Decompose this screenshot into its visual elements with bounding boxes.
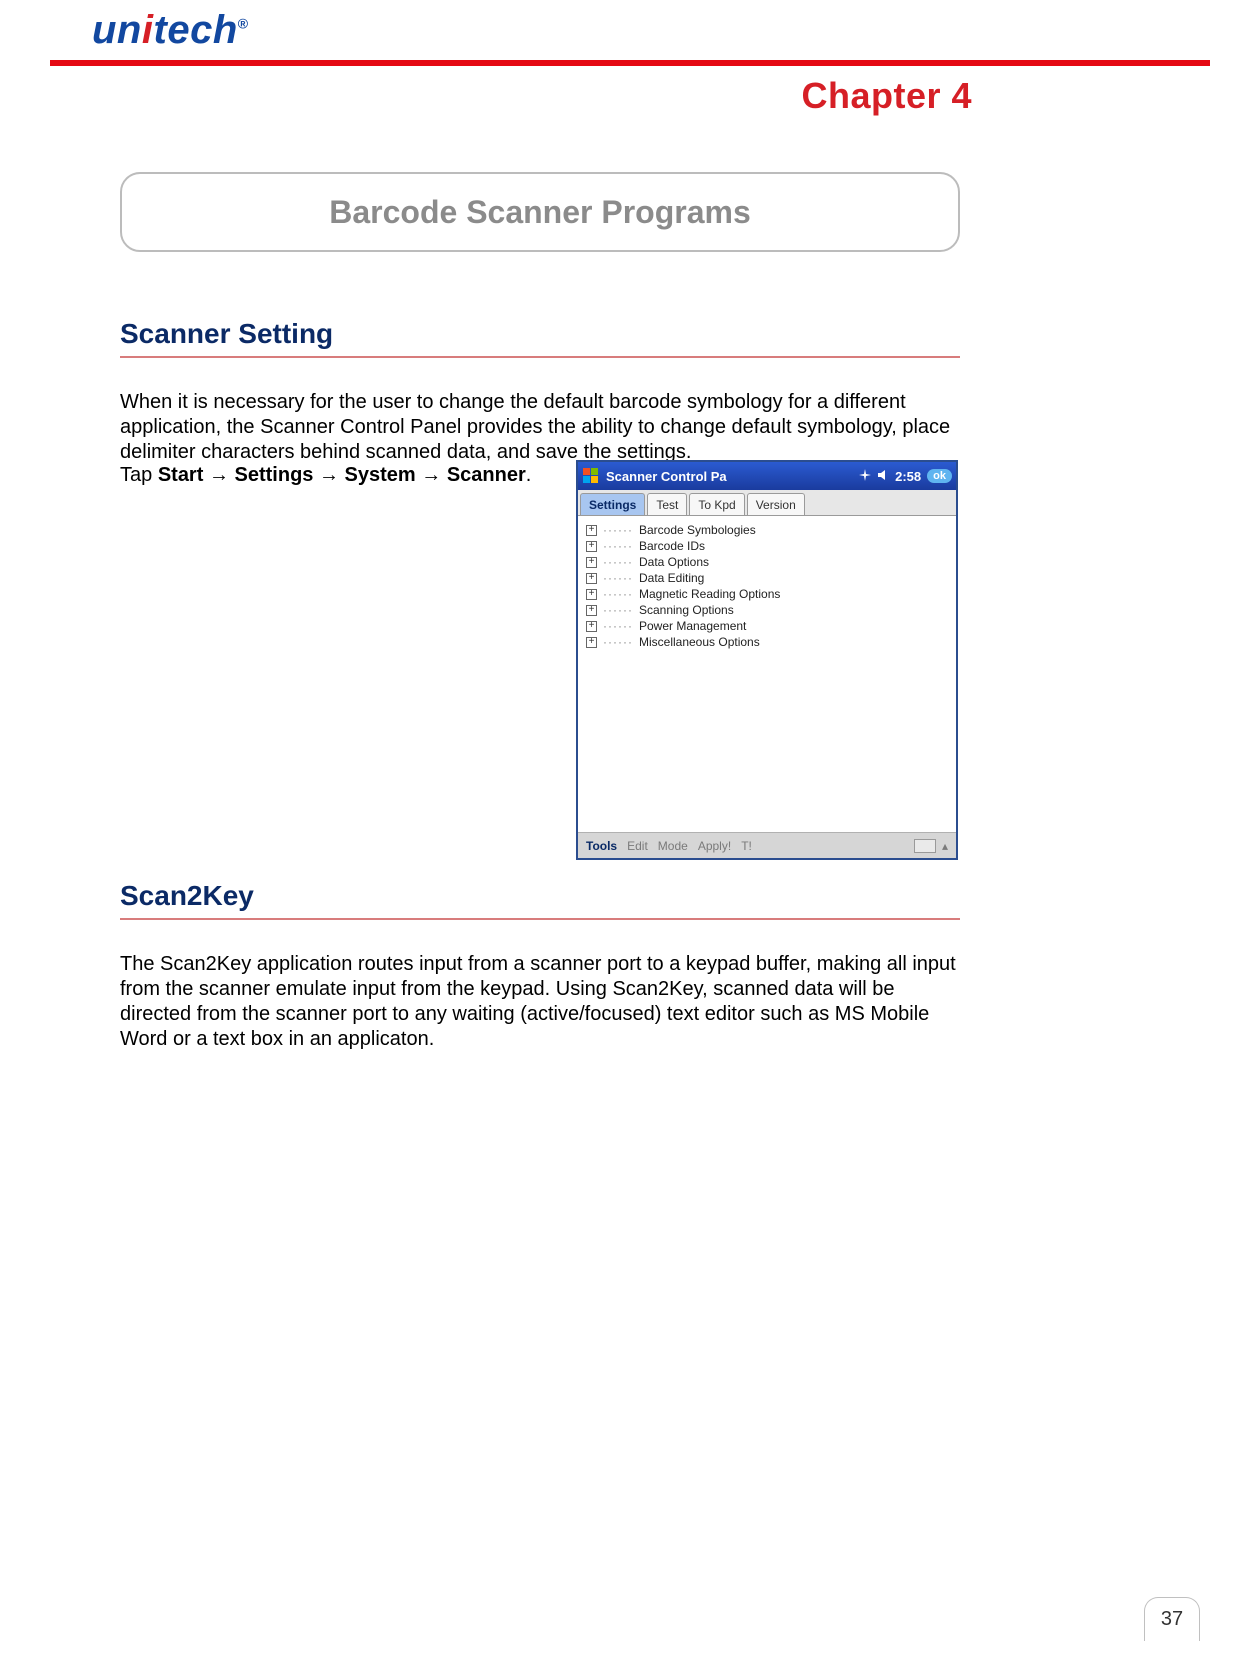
menu-mode[interactable]: Mode (658, 839, 688, 853)
menu-t[interactable]: T! (741, 839, 752, 853)
section-underline (120, 356, 960, 358)
tree-node[interactable]: + ······ Data Options (582, 554, 952, 570)
expand-icon[interactable]: + (586, 525, 597, 536)
tree-label: Data Options (639, 555, 709, 569)
tree-view: + ······ Barcode Symbologies + ······ Barcod… (578, 516, 956, 832)
tree-label: Data Editing (639, 571, 704, 585)
menu-edit[interactable]: Edit (627, 839, 648, 853)
section-heading-scan2key: Scan2Key (120, 880, 254, 912)
menu-items: Tools Edit Mode Apply! T! (586, 839, 752, 853)
tab-version[interactable]: Version (747, 493, 805, 515)
expand-icon[interactable]: + (586, 557, 597, 568)
tree-connector: ······ (603, 635, 633, 649)
tree-connector: ······ (603, 539, 633, 553)
tree-node[interactable]: + ······ Miscellaneous Options (582, 634, 952, 650)
tab-bar: Settings Test To Kpd Version (578, 490, 956, 516)
expand-icon[interactable]: + (586, 589, 597, 600)
brand-logo: unitech® (92, 8, 249, 53)
chapter-heading: Chapter 4 (801, 75, 972, 117)
tree-label: Scanning Options (639, 603, 734, 617)
tree-label: Barcode Symbologies (639, 523, 756, 537)
menu-apply[interactable]: Apply! (698, 839, 731, 853)
tap-instruction: Tap Start → Settings → System → Scanner. (120, 463, 540, 487)
clock-label: 2:58 (895, 469, 921, 484)
tree-node[interactable]: + ······ Data Editing (582, 570, 952, 586)
brand-text-post: tech (154, 8, 238, 52)
tap-step-1: Start (158, 464, 204, 486)
tree-node[interactable]: + ······ Barcode Symbologies (582, 522, 952, 538)
page: unitech® Chapter 4 Barcode Scanner Progr… (0, 0, 1240, 1677)
expand-icon[interactable]: + (586, 621, 597, 632)
menu-bar: Tools Edit Mode Apply! T! ▴ (578, 832, 956, 858)
menu-tools[interactable]: Tools (586, 839, 617, 853)
arrow-icon: → (203, 464, 234, 486)
embedded-screenshot: Scanner Control Pa 2:58 ok Settings Test… (576, 460, 958, 860)
panel-title: Barcode Scanner Programs (120, 172, 960, 252)
expand-icon[interactable]: + (586, 605, 597, 616)
arrow-icon: → (313, 464, 344, 486)
window-title: Scanner Control Pa (606, 469, 853, 484)
tab-settings[interactable]: Settings (580, 493, 645, 515)
brand-text-accent: i (142, 8, 154, 52)
tree-label: Power Management (639, 619, 746, 633)
tree-connector: ······ (603, 555, 633, 569)
tab-test[interactable]: Test (647, 493, 687, 515)
connectivity-icon[interactable] (859, 469, 871, 484)
page-number: 37 (1144, 1597, 1200, 1641)
tree-node[interactable]: + ······ Scanning Options (582, 602, 952, 618)
volume-icon[interactable] (877, 469, 889, 484)
tree-label: Miscellaneous Options (639, 635, 760, 649)
section-underline (120, 918, 960, 920)
tab-to-kpd[interactable]: To Kpd (689, 493, 744, 515)
expand-icon[interactable]: + (586, 637, 597, 648)
arrow-icon: → (416, 464, 447, 486)
tap-step-2: Settings (235, 464, 314, 486)
tree-connector: ······ (603, 587, 633, 601)
sip-arrow-icon[interactable]: ▴ (942, 839, 948, 853)
section-body-scanner-setting: When it is necessary for the user to cha… (120, 390, 960, 465)
tree-node[interactable]: + ······ Barcode IDs (582, 538, 952, 554)
expand-icon[interactable]: + (586, 541, 597, 552)
section-heading-scanner-setting: Scanner Setting (120, 318, 333, 350)
system-tray: 2:58 ok (859, 469, 952, 484)
tree-label: Barcode IDs (639, 539, 705, 553)
tree-connector: ······ (603, 619, 633, 633)
ok-button[interactable]: ok (927, 469, 952, 483)
tap-step-3: System (345, 464, 416, 486)
window-titlebar: Scanner Control Pa 2:58 ok (578, 462, 956, 490)
tree-node[interactable]: + ······ Magnetic Reading Options (582, 586, 952, 602)
tree-connector: ······ (603, 571, 633, 585)
tree-label: Magnetic Reading Options (639, 587, 780, 601)
keyboard-icon[interactable] (914, 839, 936, 853)
tree-connector: ······ (603, 603, 633, 617)
tree-connector: ······ (603, 523, 633, 537)
header-divider (50, 60, 1210, 66)
tap-step-4: Scanner (447, 464, 526, 486)
tree-node[interactable]: + ······ Power Management (582, 618, 952, 634)
brand-text-pre: un (92, 8, 142, 52)
brand-registered: ® (238, 16, 249, 32)
section-body-scan2key: The Scan2Key application routes input fr… (120, 952, 960, 1052)
windows-flag-icon[interactable] (582, 467, 600, 485)
tap-prefix: Tap (120, 464, 158, 486)
expand-icon[interactable]: + (586, 573, 597, 584)
